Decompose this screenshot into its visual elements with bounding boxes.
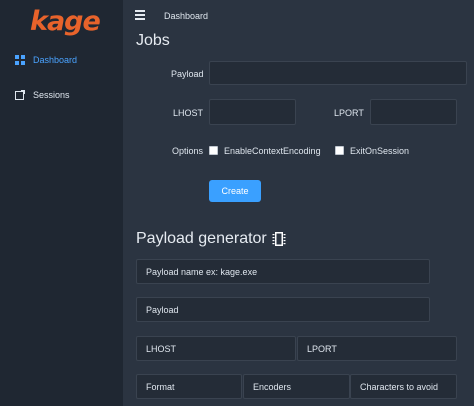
memory-chip-icon <box>272 232 286 246</box>
sidebar-item-label: Sessions <box>33 90 70 100</box>
lport-input-generator[interactable]: LPORT <box>297 336 457 361</box>
create-button[interactable]: Create <box>209 180 261 202</box>
enable-context-encoding-label: EnableContextEncoding <box>224 146 321 156</box>
chars-placeholder: Characters to avoid <box>360 381 439 392</box>
chars-to-avoid-input[interactable]: Characters to avoid <box>350 374 457 399</box>
lport-input[interactable] <box>370 99 457 125</box>
lport-placeholder: LPORT <box>307 343 337 354</box>
exit-on-session-checkbox[interactable] <box>335 146 344 155</box>
exit-on-session-label: ExitOnSession <box>350 146 410 156</box>
kage-logo: kage <box>30 6 101 37</box>
sidebar-item-sessions[interactable]: Sessions <box>15 90 70 100</box>
external-window-icon <box>15 90 25 100</box>
payload-label: Payload <box>171 69 204 79</box>
payload-placeholder: Payload <box>146 304 179 315</box>
payload-name-input[interactable]: Payload name ex: kage.exe <box>136 259 430 284</box>
enable-context-encoding-checkbox[interactable] <box>209 146 218 155</box>
menu-toggle-icon[interactable] <box>135 10 145 20</box>
encoders-placeholder: Encoders <box>253 381 292 392</box>
lhost-label: LHOST <box>173 108 204 118</box>
breadcrumb: Dashboard <box>164 11 209 21</box>
payload-input-generator[interactable]: Payload <box>136 297 430 322</box>
payload-generator-title: Payload generator <box>136 230 286 248</box>
lhost-placeholder: LHOST <box>146 343 177 354</box>
lhost-input[interactable] <box>209 99 296 125</box>
payload-generator-title-text: Payload generator <box>136 230 267 247</box>
grid-icon <box>15 55 25 65</box>
main-content: Dashboard Jobs Payload LHOST LPORT Optio… <box>123 0 474 406</box>
options-label: Options <box>172 146 204 156</box>
encoders-input[interactable]: Encoders <box>243 374 350 399</box>
jobs-title: Jobs <box>136 32 170 49</box>
sidebar: kage Dashboard Sessions <box>0 0 123 406</box>
lport-label: LPORT <box>334 108 364 118</box>
sidebar-item-dashboard[interactable]: Dashboard <box>15 55 77 65</box>
format-input[interactable]: Format <box>136 374 242 399</box>
payload-name-placeholder: Payload name ex: kage.exe <box>146 266 258 277</box>
sidebar-item-label: Dashboard <box>33 55 78 65</box>
format-placeholder: Format <box>146 381 175 392</box>
lhost-input-generator[interactable]: LHOST <box>136 336 296 361</box>
payload-input[interactable] <box>209 61 467 85</box>
